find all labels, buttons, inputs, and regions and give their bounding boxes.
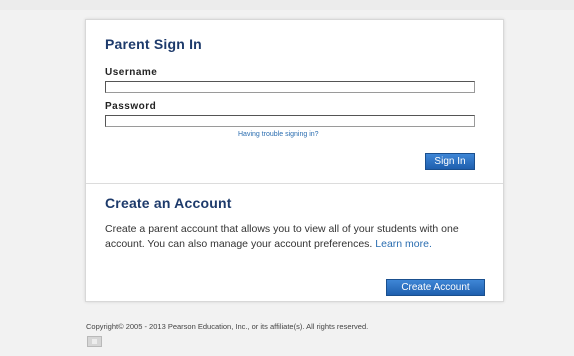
broken-image-icon (87, 336, 102, 347)
trouble-signing-in-link[interactable]: Having trouble signing in? (238, 131, 319, 138)
create-account-title: Create an Account (105, 195, 232, 211)
password-input[interactable] (105, 115, 475, 127)
create-account-button[interactable]: Create Account (386, 279, 485, 296)
copyright-text: Copyright© 2005 - 2013 Pearson Education… (86, 322, 369, 331)
username-label: Username (105, 67, 158, 78)
learn-more-link[interactable]: Learn more. (375, 238, 432, 250)
sign-in-button[interactable]: Sign In (425, 153, 475, 170)
sign-in-card: Parent Sign In Username Password Having … (85, 19, 504, 302)
password-label: Password (105, 101, 157, 112)
top-band (0, 0, 574, 10)
sign-in-section: Parent Sign In Username Password Having … (86, 20, 503, 184)
sign-in-title: Parent Sign In (105, 36, 202, 52)
create-account-description: Create a parent account that allows you … (105, 222, 485, 251)
username-input[interactable] (105, 81, 475, 93)
